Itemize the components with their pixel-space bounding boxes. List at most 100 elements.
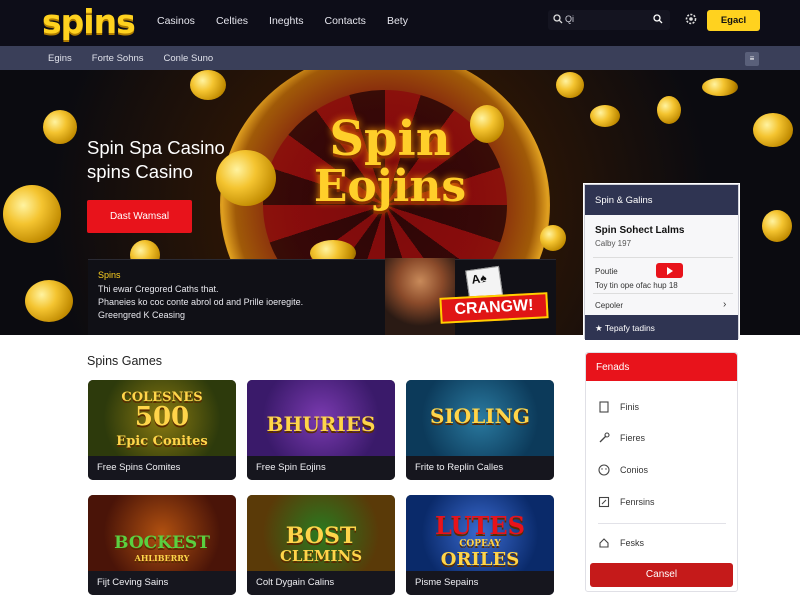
game-art-title: BOST xyxy=(285,523,357,549)
section-title: Spins Games xyxy=(87,354,163,368)
panel-footer[interactable]: ★ Tepafy tadins xyxy=(585,315,738,340)
gold-coin-icon xyxy=(657,96,681,124)
divider xyxy=(593,257,733,258)
promo-text-line3: Greengred K Ceasing xyxy=(98,310,186,320)
menu-toggle-icon[interactable]: ≡ xyxy=(745,52,759,66)
panel-footer-label: Tepafy tadins xyxy=(604,323,655,333)
gold-coin-icon xyxy=(216,150,276,206)
game-card-art: BHURIES xyxy=(247,380,395,456)
panel-row-label[interactable]: Cepoler xyxy=(595,301,623,310)
game-card-caption: Frite to Replin Calles xyxy=(406,456,554,480)
wheel-title-line1: Spin xyxy=(329,111,451,167)
hero-title-line2: spins Casino xyxy=(87,161,193,182)
game-card-caption: Free Spins Comites xyxy=(88,456,236,480)
panel-subtitle: Spin Sohect Lalms xyxy=(595,225,685,236)
game-art-title: ORILES xyxy=(440,549,520,570)
subnav-item-egins[interactable]: Egins xyxy=(48,53,72,64)
game-card-caption: Pisme Sepains xyxy=(406,571,554,595)
game-card[interactable]: BHURIES Free Spin Eojins xyxy=(247,380,395,480)
signup-button[interactable]: Egacl xyxy=(707,10,760,31)
nav-item-celties[interactable]: Celties xyxy=(216,15,248,27)
panel-item-fenrsins[interactable]: Fenrsins xyxy=(598,493,728,513)
game-art-title: BOCKEST xyxy=(114,533,210,553)
game-card-art: BOST CLEMINS xyxy=(247,495,395,571)
main-nav: Casinos Celties Ineghts Contacts Bety xyxy=(157,15,408,27)
game-card-caption: Fijt Ceving Sains xyxy=(88,571,236,595)
gold-coin-icon xyxy=(556,72,584,98)
panel-item-label: Conios xyxy=(620,465,649,475)
game-card[interactable]: LUTES COPEAY ORILES Pisme Sepains xyxy=(406,495,554,595)
hero-title-line1: Spin Spa Casino xyxy=(87,137,225,158)
panel-item-label: Fenrsins xyxy=(620,497,655,507)
settings-gear-icon[interactable] xyxy=(684,12,698,26)
game-art-title: COPEAY xyxy=(459,539,501,549)
subnav-item-forte-sohns[interactable]: Forte Sohns xyxy=(92,53,144,64)
gold-coin-icon xyxy=(540,225,566,251)
panel-item-label: Fieres xyxy=(620,433,646,443)
game-art-title: SIOLING xyxy=(430,404,530,428)
gold-coin-icon xyxy=(590,105,620,127)
edit-icon xyxy=(598,496,610,508)
document-icon xyxy=(599,401,609,413)
friends-panel-header: Fenads xyxy=(586,353,737,381)
panel-subtitle-small: Calby 197 xyxy=(595,239,632,248)
chevron-right-icon[interactable]: › xyxy=(723,299,726,310)
promo-text-line1: Thi ewar Cregored Caths that. xyxy=(98,284,219,294)
gold-coin-icon xyxy=(25,280,73,322)
search-icon xyxy=(553,14,563,24)
panel-header: Spin & Galins xyxy=(585,185,738,215)
game-art-title: CLEMINS xyxy=(279,547,363,565)
game-card-art: SIOLING xyxy=(406,380,554,456)
wheel-title-line2: Eojins xyxy=(313,161,467,212)
wheel-title: Spin Eojins xyxy=(300,115,480,211)
search-placeholder: Qi xyxy=(565,14,574,24)
hero-title: Spin Spa Casino spins Casino xyxy=(87,136,225,184)
play-video-icon[interactable] xyxy=(656,263,683,278)
game-card-art: COLESNES 500 Epic Conites xyxy=(88,380,236,456)
wrench-icon xyxy=(599,432,610,443)
game-card-caption: Colt Dygain Calins xyxy=(247,571,395,595)
top-navigation-bar: spins Casinos Celties Ineghts Contacts B… xyxy=(0,0,800,46)
home-icon xyxy=(599,538,609,548)
friends-panel: Fenads Finis Fieres Conios Fenrsins Fesk… xyxy=(585,352,738,592)
promo-text-line2: Phaneies ko coc conte abrol od and Prill… xyxy=(98,297,304,307)
game-card[interactable]: SIOLING Frite to Replin Calles xyxy=(406,380,554,480)
panel-row-label: Poutie xyxy=(595,267,618,276)
panel-item-conios[interactable]: Conios xyxy=(598,461,728,481)
playing-card-label: A♠ xyxy=(470,270,488,287)
panel-item-fieres[interactable]: Fieres xyxy=(598,429,728,449)
hero-cta-button[interactable]: Dast Wamsal xyxy=(87,200,192,233)
search-submit-icon[interactable] xyxy=(653,14,663,24)
cancel-button[interactable]: Cansel xyxy=(590,563,733,587)
nav-item-ineghts[interactable]: Ineghts xyxy=(269,15,303,27)
gold-coin-icon xyxy=(702,78,738,96)
nav-item-bety[interactable]: Bety xyxy=(387,15,408,27)
game-card[interactable]: BOST CLEMINS Colt Dygain Calins xyxy=(247,495,395,595)
divider xyxy=(598,523,726,524)
promo-heading: Spins xyxy=(98,270,121,280)
nav-item-contacts[interactable]: Contacts xyxy=(325,15,366,27)
divider xyxy=(593,293,733,294)
gold-coin-icon xyxy=(753,113,793,147)
game-card[interactable]: COLESNES 500 Epic Conites Free Spins Com… xyxy=(88,380,236,480)
panel-item-label: Finis xyxy=(620,402,640,412)
subnav-item-conle-suno[interactable]: Conle Suno xyxy=(164,53,214,64)
game-art-title: BHURIES xyxy=(266,412,376,436)
nav-item-casinos[interactable]: Casinos xyxy=(157,15,195,27)
game-card[interactable]: BOCKEST AHLIBERRY Fijt Ceving Sains xyxy=(88,495,236,595)
spin-gains-panel: Spin & Galins Spin Sohect Lalms Calby 19… xyxy=(584,184,739,340)
game-art-title: Epic Conites xyxy=(116,434,208,449)
gold-coin-icon xyxy=(190,70,226,100)
game-card-art: LUTES COPEAY ORILES xyxy=(406,495,554,571)
site-logo[interactable]: spins xyxy=(42,2,136,41)
game-card-art: BOCKEST AHLIBERRY xyxy=(88,495,236,571)
panel-item-finis[interactable]: Finis xyxy=(598,398,728,418)
search-input[interactable]: Qi xyxy=(548,10,670,30)
gold-coin-icon xyxy=(3,185,61,243)
panel-item-fesks[interactable]: Fesks xyxy=(598,534,728,554)
smile-icon xyxy=(598,464,610,476)
gold-coin-icon xyxy=(43,110,77,144)
secondary-nav: Egins Forte Sohns Conle Suno xyxy=(48,53,213,64)
gold-coin-icon xyxy=(762,210,792,242)
game-art-title: LUTES xyxy=(435,511,525,540)
